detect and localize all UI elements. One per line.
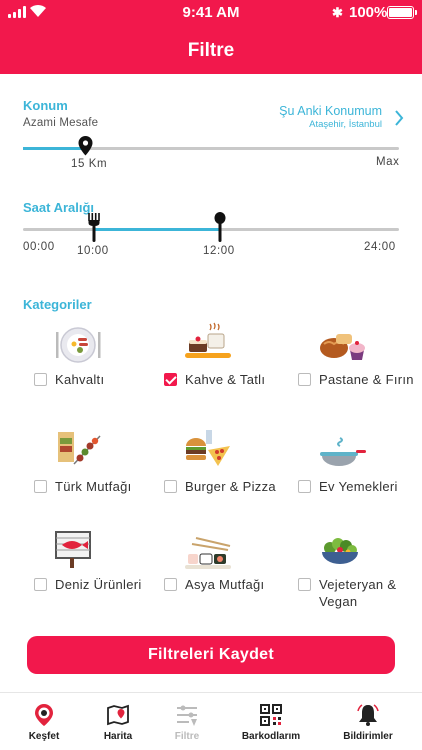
- category-label: Burger & Pizza: [185, 479, 276, 494]
- bell-icon: [357, 704, 379, 726]
- categories-section-title: Kategoriler: [23, 297, 92, 312]
- checkbox[interactable]: [34, 373, 47, 386]
- category-label: Vejeteryan & Vegan: [319, 577, 397, 609]
- kebab-icon: [58, 432, 101, 465]
- tab-label: Filtre: [174, 731, 200, 742]
- salad-icon: [322, 538, 358, 564]
- filter-icon: [177, 705, 197, 726]
- tab-label: Bildirimler: [343, 731, 393, 742]
- spoon-handle-icon[interactable]: [214, 212, 226, 242]
- checkbox[interactable]: [298, 373, 311, 386]
- map-icon: [107, 704, 129, 726]
- current-location-label: Şu Anki Konumum: [279, 104, 382, 118]
- distance-label: Azami Mesafe: [23, 117, 99, 129]
- page-title: Filtre: [187, 40, 235, 61]
- current-location-link[interactable]: Şu Anki Konumum Ataşehir, İstanbul: [279, 104, 382, 130]
- category-label: Türk Mutfağı: [55, 479, 132, 494]
- qr-code-icon: [260, 704, 282, 726]
- breakfast-icon: [56, 327, 101, 363]
- checkbox[interactable]: [298, 578, 311, 591]
- location-section-title: Konum: [23, 98, 68, 113]
- chevron-right-icon[interactable]: [394, 110, 404, 126]
- distance-track-fill: [23, 147, 85, 150]
- battery-icon: [387, 6, 417, 19]
- home-cooking-icon: [320, 437, 366, 466]
- tab-notifications[interactable]: Bildirimler: [326, 693, 410, 750]
- tab-barcodes[interactable]: Barkodlarım: [229, 693, 313, 750]
- status-bar: 9:41 AM ✱ 100%: [0, 0, 422, 26]
- checkbox[interactable]: [34, 480, 47, 493]
- category-label: Kahvaltı: [55, 372, 105, 387]
- burger-pizza-icon: [186, 430, 230, 466]
- time-max-label: 24:00: [364, 241, 396, 253]
- tab-filter[interactable]: Filtre: [145, 693, 229, 750]
- tab-label: Keşfet: [28, 731, 60, 742]
- category-label: Ev Yemekleri: [319, 479, 398, 494]
- fork-handle-icon[interactable]: [88, 213, 100, 242]
- checkbox[interactable]: [34, 578, 47, 591]
- app-header: 9:41 AM ✱ 100% Filtre: [0, 0, 422, 74]
- tab-label: Barkodlarım: [241, 731, 301, 742]
- battery-percent: 100%: [349, 4, 388, 21]
- discover-icon: [35, 704, 53, 726]
- tab-bar: Keşfet Harita Filtre Barkodlarım Bildiri…: [0, 692, 422, 750]
- category-label: Pastane & Fırın: [319, 372, 414, 387]
- category-label: Asya Mutfağı: [185, 577, 265, 592]
- sushi-icon: [185, 537, 231, 569]
- time-min-label: 00:00: [23, 241, 55, 253]
- tab-discover[interactable]: Keşfet: [2, 693, 86, 750]
- time-track-fill: [94, 228, 220, 231]
- checkbox[interactable]: [164, 578, 177, 591]
- seafood-grill-icon: [55, 531, 91, 568]
- save-filters-button[interactable]: Filtreleri Kaydet: [27, 636, 395, 674]
- checkbox[interactable]: [164, 480, 177, 493]
- bluetooth-icon: ✱: [332, 5, 343, 20]
- checkbox[interactable]: [298, 480, 311, 493]
- distance-max-label: Max: [376, 156, 400, 168]
- time-range-section-title: Saat Aralığı: [23, 200, 95, 215]
- bakery-icon: [320, 334, 365, 360]
- time-start-value: 10:00: [77, 245, 109, 257]
- category-label: Kahve & Tatlı: [185, 372, 266, 387]
- location-pin-icon[interactable]: [78, 136, 93, 156]
- category-label: Deniz Ürünleri: [55, 577, 142, 592]
- time-end-value: 12:00: [203, 245, 235, 257]
- current-location-value: Ataşehir, İstanbul: [309, 119, 382, 130]
- distance-value: 15 Km: [71, 158, 108, 170]
- coffee-dessert-icon: [185, 322, 231, 358]
- checkbox[interactable]: [164, 373, 177, 386]
